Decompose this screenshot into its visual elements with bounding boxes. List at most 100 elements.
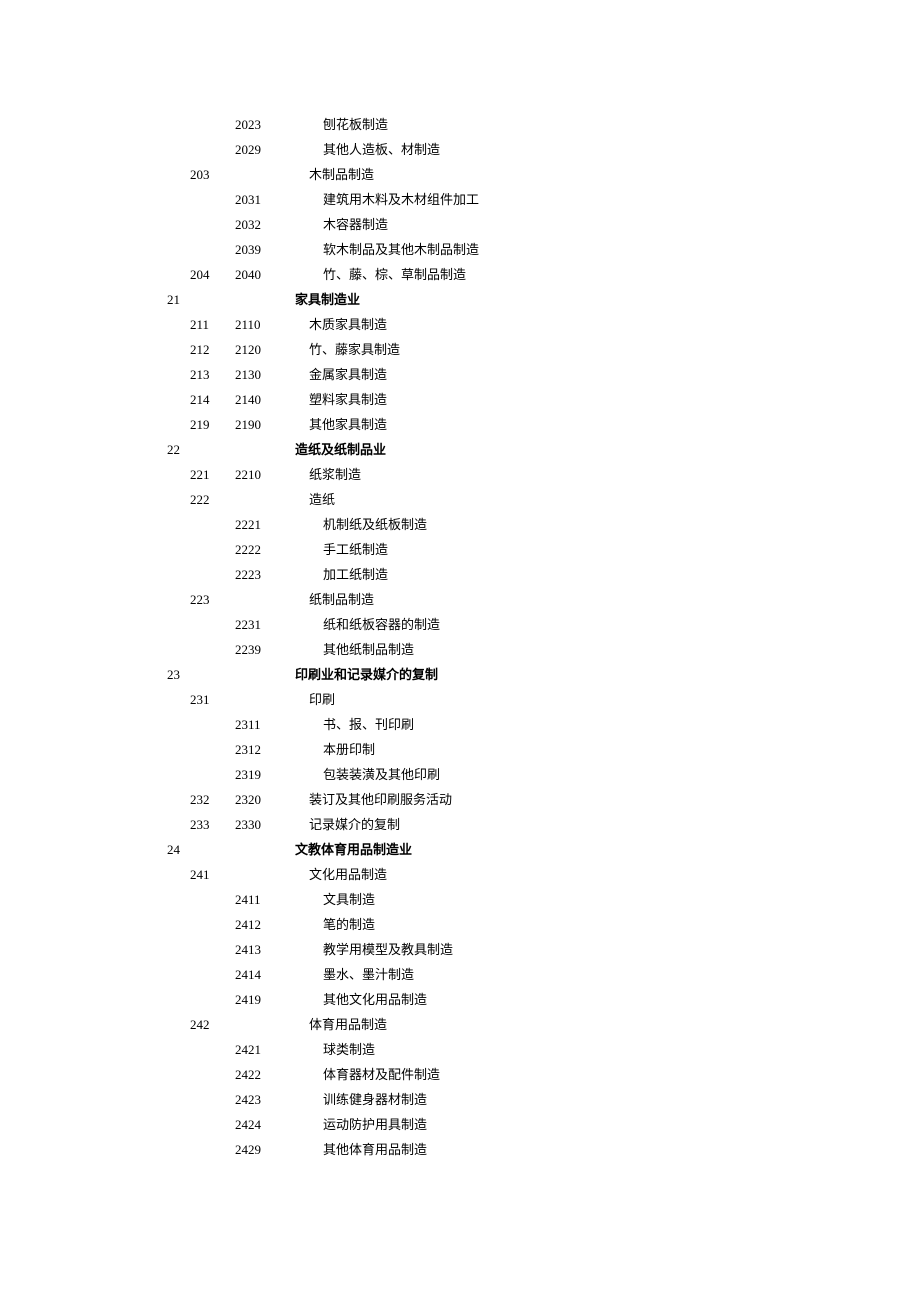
code-level-3: 2419	[235, 987, 295, 1012]
code-level-3: 2130	[235, 362, 295, 387]
code-level-2: 219	[190, 412, 235, 437]
category-name: 刨花板制造	[295, 112, 920, 137]
code-level-3: 2023	[235, 112, 295, 137]
code-level-3: 2319	[235, 762, 295, 787]
category-name: 运动防护用具制造	[295, 1112, 920, 1137]
code-level-3: 2421	[235, 1037, 295, 1062]
code-level-2: 233	[190, 812, 235, 837]
category-name: 文化用品制造	[295, 862, 920, 887]
table-row: 2142140塑料家具制造	[0, 387, 920, 412]
table-row: 2422体育器材及配件制造	[0, 1062, 920, 1087]
table-row: 2322320装订及其他印刷服务活动	[0, 787, 920, 812]
table-row: 2423训练健身器材制造	[0, 1087, 920, 1112]
category-name: 手工纸制造	[295, 537, 920, 562]
code-level-2: 222	[190, 487, 235, 512]
category-name: 训练健身器材制造	[295, 1087, 920, 1112]
classification-table: 2023刨花板制造2029其他人造板、材制造203木制品制造2031建筑用木料及…	[0, 112, 920, 1162]
code-level-3: 2411	[235, 887, 295, 912]
code-level-2: 241	[190, 862, 235, 887]
category-name: 金属家具制造	[295, 362, 920, 387]
code-level-3: 2032	[235, 212, 295, 237]
code-level-3: 2320	[235, 787, 295, 812]
table-row: 223纸制品制造	[0, 587, 920, 612]
code-level-3: 2412	[235, 912, 295, 937]
category-name: 软木制品及其他木制品制造	[295, 237, 920, 262]
category-name: 体育器材及配件制造	[295, 1062, 920, 1087]
category-name: 其他文化用品制造	[295, 987, 920, 1012]
code-level-2: 204	[190, 262, 235, 287]
table-row: 24 文教体育用品制造业	[0, 837, 920, 862]
code-level-3: 2223	[235, 562, 295, 587]
code-level-1: 22	[0, 437, 190, 462]
category-name: 文具制造	[295, 887, 920, 912]
code-level-2: 221	[190, 462, 235, 487]
code-level-3: 2422	[235, 1062, 295, 1087]
code-level-3: 2311	[235, 712, 295, 737]
category-name: 文教体育用品制造业	[295, 837, 920, 862]
table-row: 2042040竹、藤、棕、草制品制造	[0, 262, 920, 287]
code-level-2: 223	[190, 587, 235, 612]
code-level-3: 2413	[235, 937, 295, 962]
category-name: 本册印制	[295, 737, 920, 762]
table-row: 2222手工纸制造	[0, 537, 920, 562]
code-level-2: 214	[190, 387, 235, 412]
category-name: 家具制造业	[295, 287, 920, 312]
category-name: 装订及其他印刷服务活动	[295, 787, 920, 812]
category-name: 球类制造	[295, 1037, 920, 1062]
table-row: 2411文具制造	[0, 887, 920, 912]
table-row: 2421球类制造	[0, 1037, 920, 1062]
table-row: 2231纸和纸板容器的制造	[0, 612, 920, 637]
category-name: 造纸及纸制品业	[295, 437, 920, 462]
table-row: 2239其他纸制品制造	[0, 637, 920, 662]
code-level-1: 23	[0, 662, 190, 687]
table-row: 2414墨水、墨汁制造	[0, 962, 920, 987]
code-level-3: 2312	[235, 737, 295, 762]
category-name: 其他体育用品制造	[295, 1137, 920, 1162]
category-name: 笔的制造	[295, 912, 920, 937]
table-row: 23 印刷业和记录媒介的复制	[0, 662, 920, 687]
table-row: 2424运动防护用具制造	[0, 1112, 920, 1137]
code-level-3: 2040	[235, 262, 295, 287]
table-row: 22 造纸及纸制品业	[0, 437, 920, 462]
code-level-3: 2039	[235, 237, 295, 262]
code-level-3: 2239	[235, 637, 295, 662]
table-row: 2032木容器制造	[0, 212, 920, 237]
category-name: 记录媒介的复制	[295, 812, 920, 837]
code-level-3: 2424	[235, 1112, 295, 1137]
code-level-2: 212	[190, 337, 235, 362]
table-row: 2029其他人造板、材制造	[0, 137, 920, 162]
table-row: 2419其他文化用品制造	[0, 987, 920, 1012]
code-level-3: 2231	[235, 612, 295, 637]
category-name: 机制纸及纸板制造	[295, 512, 920, 537]
category-name: 印刷	[295, 687, 920, 712]
table-row: 2332330记录媒介的复制	[0, 812, 920, 837]
code-level-2: 211	[190, 312, 235, 337]
table-row: 21 家具制造业	[0, 287, 920, 312]
table-row: 2039软木制品及其他木制品制造	[0, 237, 920, 262]
table-row: 2212210纸浆制造	[0, 462, 920, 487]
code-level-1: 21	[0, 287, 190, 312]
category-name: 印刷业和记录媒介的复制	[295, 662, 920, 687]
table-row: 231印刷	[0, 687, 920, 712]
code-level-1: 24	[0, 837, 190, 862]
table-row: 2023刨花板制造	[0, 112, 920, 137]
table-row: 2132130金属家具制造	[0, 362, 920, 387]
table-row: 242体育用品制造	[0, 1012, 920, 1037]
category-name: 书、报、刊印刷	[295, 712, 920, 737]
category-name: 竹、藤家具制造	[295, 337, 920, 362]
table-row: 222造纸	[0, 487, 920, 512]
code-level-3: 2120	[235, 337, 295, 362]
code-level-3: 2140	[235, 387, 295, 412]
code-level-3: 2330	[235, 812, 295, 837]
category-name: 包装装潢及其他印刷	[295, 762, 920, 787]
code-level-3: 2210	[235, 462, 295, 487]
category-name: 木质家具制造	[295, 312, 920, 337]
category-name: 墨水、墨汁制造	[295, 962, 920, 987]
code-level-3: 2423	[235, 1087, 295, 1112]
table-row: 2412笔的制造	[0, 912, 920, 937]
code-level-3: 2190	[235, 412, 295, 437]
table-row: 2319包装装潢及其他印刷	[0, 762, 920, 787]
category-name: 木容器制造	[295, 212, 920, 237]
category-name: 木制品制造	[295, 162, 920, 187]
category-name: 其他人造板、材制造	[295, 137, 920, 162]
